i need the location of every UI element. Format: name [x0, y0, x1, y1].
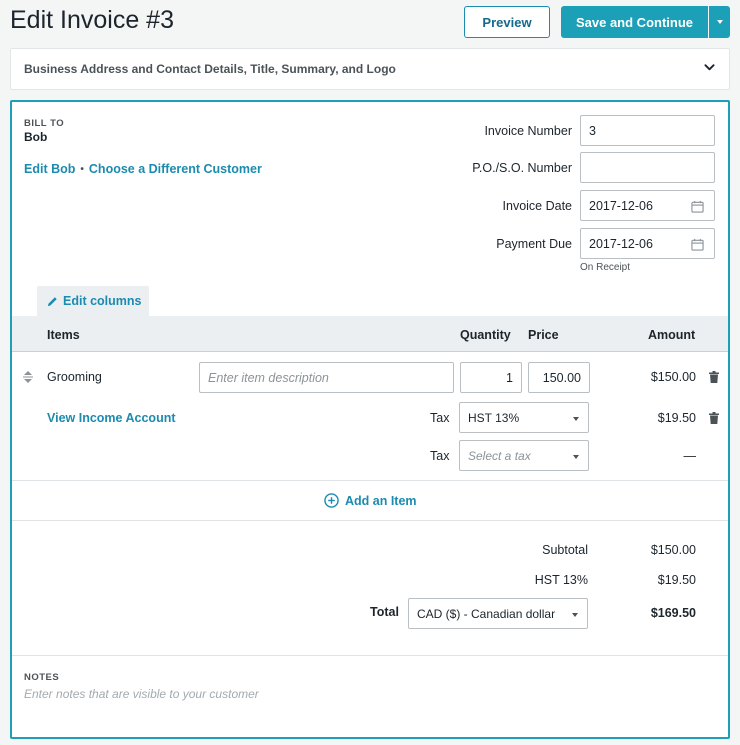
- subtotal-label: Subtotal: [542, 543, 588, 557]
- chevron-down-icon: [704, 64, 715, 71]
- business-details-section-label: Business Address and Contact Details, Ti…: [24, 62, 396, 76]
- notes-input[interactable]: Enter notes that are visible to your cus…: [24, 687, 714, 701]
- caret-down-icon: [716, 20, 723, 24]
- tax-label: Tax: [430, 411, 450, 425]
- business-details-section-toggle[interactable]: Business Address and Contact Details, Ti…: [10, 48, 730, 90]
- tax-select-value: HST 13%: [468, 410, 520, 425]
- item-amount: $150.00: [650, 370, 696, 384]
- po-number-field[interactable]: [580, 152, 715, 183]
- subtotal-value: $150.00: [650, 543, 696, 557]
- edit-customer-link[interactable]: Edit Bob: [24, 162, 75, 176]
- preview-button[interactable]: Preview: [464, 6, 550, 38]
- tax-select[interactable]: HST 13%: [459, 402, 589, 433]
- payment-due-label: Payment Due: [496, 237, 572, 251]
- add-item-label: Add an Item: [345, 493, 417, 508]
- tax-total-label: HST 13%: [534, 573, 588, 587]
- po-number-label: P.O./S.O. Number: [472, 161, 572, 175]
- edit-columns-button[interactable]: Edit columns: [37, 286, 149, 316]
- page-title: Edit Invoice #3: [10, 6, 174, 34]
- payment-due-field[interactable]: 2017-12-06: [580, 228, 715, 259]
- currency-select[interactable]: CAD ($) - Canadian dollar: [408, 598, 588, 629]
- customer-links: Edit Bob • Choose a Different Customer: [24, 162, 262, 176]
- tax-total-value: $19.50: [657, 573, 696, 587]
- payment-due-value: 2017-12-06: [589, 236, 653, 251]
- tax-amount-empty: —: [683, 449, 697, 463]
- save-options-dropdown-button[interactable]: [709, 6, 730, 38]
- bill-to-label: BILL TO: [24, 118, 65, 129]
- tax-select-placeholder: Select a tax: [468, 448, 531, 463]
- invoice-card: BILL TO Bob Edit Bob • Choose a Differen…: [10, 100, 730, 739]
- divider: [12, 520, 728, 521]
- save-and-continue-button[interactable]: Save and Continue: [561, 6, 708, 38]
- choose-different-customer-link[interactable]: Choose a Different Customer: [89, 162, 262, 176]
- plus-circle-icon: [324, 493, 339, 508]
- notes-label: NOTES: [24, 672, 60, 683]
- calendar-icon: [691, 238, 704, 251]
- invoice-date-field[interactable]: 2017-12-06: [580, 190, 715, 221]
- payment-due-note: On Receipt: [580, 262, 631, 273]
- divider: [12, 480, 728, 481]
- column-header-price: Price: [528, 328, 559, 342]
- tax-amount: $19.50: [657, 411, 696, 425]
- column-header-quantity: Quantity: [460, 328, 511, 342]
- column-header-items: Items: [47, 328, 80, 342]
- invoice-number-label: Invoice Number: [484, 124, 572, 138]
- link-separator: •: [80, 163, 84, 175]
- drag-handle-icon[interactable]: [22, 370, 34, 384]
- invoice-date-label: Invoice Date: [502, 199, 572, 213]
- item-quantity-input[interactable]: 1: [460, 362, 522, 393]
- caret-down-icon: [572, 613, 578, 617]
- item-name[interactable]: Grooming: [47, 370, 102, 384]
- total-label: Total: [370, 605, 399, 619]
- divider: [12, 655, 728, 656]
- view-income-account-link[interactable]: View Income Account: [47, 411, 176, 425]
- calendar-icon: [691, 200, 704, 213]
- items-table-header: Items Quantity Price Amount: [12, 316, 728, 352]
- item-description-input[interactable]: Enter item description: [199, 362, 454, 393]
- tax-label: Tax: [430, 449, 450, 463]
- edit-columns-label: Edit columns: [63, 294, 142, 308]
- column-header-amount: Amount: [648, 328, 696, 342]
- pencil-icon: [47, 296, 57, 306]
- customer-name: Bob: [24, 130, 48, 144]
- add-item-button[interactable]: Add an Item: [324, 493, 417, 508]
- tax-select-empty[interactable]: Select a tax: [459, 440, 589, 471]
- invoice-number-field[interactable]: 3: [580, 115, 715, 146]
- trash-icon[interactable]: [709, 371, 719, 383]
- invoice-date-value: 2017-12-06: [589, 198, 653, 213]
- trash-icon[interactable]: [709, 412, 719, 424]
- currency-select-value: CAD ($) - Canadian dollar: [417, 606, 556, 621]
- total-value: $169.50: [650, 606, 696, 620]
